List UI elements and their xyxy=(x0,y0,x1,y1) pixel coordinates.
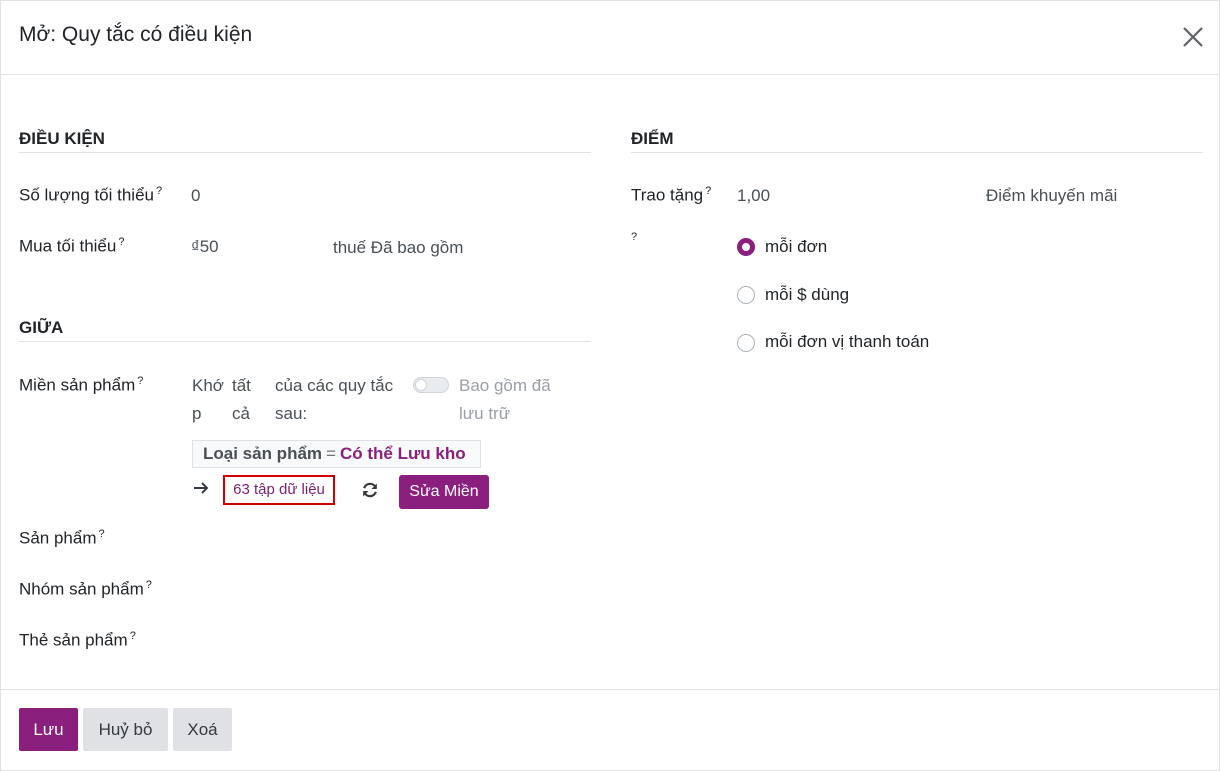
match-select-line1[interactable]: Khớ xyxy=(192,376,224,396)
arrow-right-icon xyxy=(194,482,209,494)
rules-text-line2: sau: xyxy=(275,404,308,423)
domain-rule-box[interactable]: Loại sản phẩm = Có thể Lưu kho xyxy=(192,440,481,468)
help-marker[interactable]: ? xyxy=(118,236,124,248)
save-button[interactable]: Lưu xyxy=(19,708,78,751)
include-archived-line1: Bao gồm đã xyxy=(459,376,551,395)
help-marker[interactable]: ? xyxy=(137,375,143,387)
include-archived-toggle[interactable] xyxy=(413,377,449,393)
product-domain-label: Miền sản phẩm? xyxy=(19,375,144,395)
help-marker[interactable]: ? xyxy=(130,630,136,642)
points-section-title: ĐIỂM xyxy=(631,129,674,148)
min-qty-field[interactable]: 0 xyxy=(191,186,200,206)
match-select-line2[interactable]: p xyxy=(192,404,201,424)
products-label: Sản phẩm? xyxy=(19,528,105,548)
radio-per-unit-paid[interactable] xyxy=(737,334,755,352)
tax-mode-select[interactable]: thuế Đã bao gồm xyxy=(333,238,463,258)
help-marker[interactable]: ? xyxy=(146,579,152,591)
help-marker[interactable]: ? xyxy=(156,185,162,197)
domain-value: Có thể Lưu kho xyxy=(339,444,466,463)
domain-operator: = xyxy=(326,444,336,463)
min-qty-label: Số lượng tối thiểu? xyxy=(19,185,163,205)
among-divider xyxy=(19,341,591,342)
discard-button[interactable]: Huỷ bỏ xyxy=(83,708,168,751)
help-marker[interactable]: ? xyxy=(99,528,105,540)
points-divider xyxy=(631,152,1203,153)
help-marker[interactable]: ? xyxy=(705,185,711,197)
min-purchase-field[interactable]: ₫50 xyxy=(191,237,219,257)
reward-mode-help[interactable]: ? xyxy=(631,231,637,243)
product-tags-label: Thẻ sản phẩm? xyxy=(19,630,136,650)
grant-value-field[interactable]: 1,00 xyxy=(737,186,770,206)
rules-text-line1: của các quy tắc xyxy=(275,376,394,395)
radio-per-money-spent-label[interactable]: mỗi $ dùng xyxy=(765,285,849,305)
edit-domain-button[interactable]: Sửa Miền xyxy=(399,475,489,509)
radio-per-money-spent[interactable] xyxy=(737,286,755,304)
domain-field: Loại sản phẩm xyxy=(203,444,323,463)
records-count-link[interactable]: 63 tập dữ liệu xyxy=(223,475,335,505)
delete-button[interactable]: Xoá xyxy=(173,708,232,751)
grant-label: Trao tặng? xyxy=(631,185,712,205)
radio-per-order[interactable] xyxy=(737,238,755,256)
among-section-title: GIỮA xyxy=(19,318,64,337)
conditions-divider xyxy=(19,152,591,153)
toggle-knob xyxy=(415,379,427,391)
close-icon[interactable] xyxy=(1179,23,1207,51)
radio-per-unit-paid-label[interactable]: mỗi đơn vị thanh toán xyxy=(765,332,929,352)
points-unit-label: Điểm khuyến mãi xyxy=(986,186,1118,205)
conditions-section-title: ĐIỀU KIỆN xyxy=(19,129,105,148)
radio-per-order-label[interactable]: mỗi đơn xyxy=(765,237,827,257)
min-purchase-label: Mua tối thiểu? xyxy=(19,236,125,256)
match-all-line1[interactable]: tất xyxy=(232,376,251,396)
dialog-header: Mở: Quy tắc có điều kiện xyxy=(1,1,1219,75)
include-archived-line2: lưu trữ xyxy=(459,404,511,423)
refresh-icon[interactable] xyxy=(361,481,379,499)
match-all-line2[interactable]: cả xyxy=(232,404,250,424)
conditional-rule-dialog: Mở: Quy tắc có điều kiện ĐIỀU KIỆN Số lư… xyxy=(0,0,1220,771)
dialog-title: Mở: Quy tắc có điều kiện xyxy=(19,23,253,46)
product-category-label: Nhóm sản phẩm? xyxy=(19,579,152,599)
